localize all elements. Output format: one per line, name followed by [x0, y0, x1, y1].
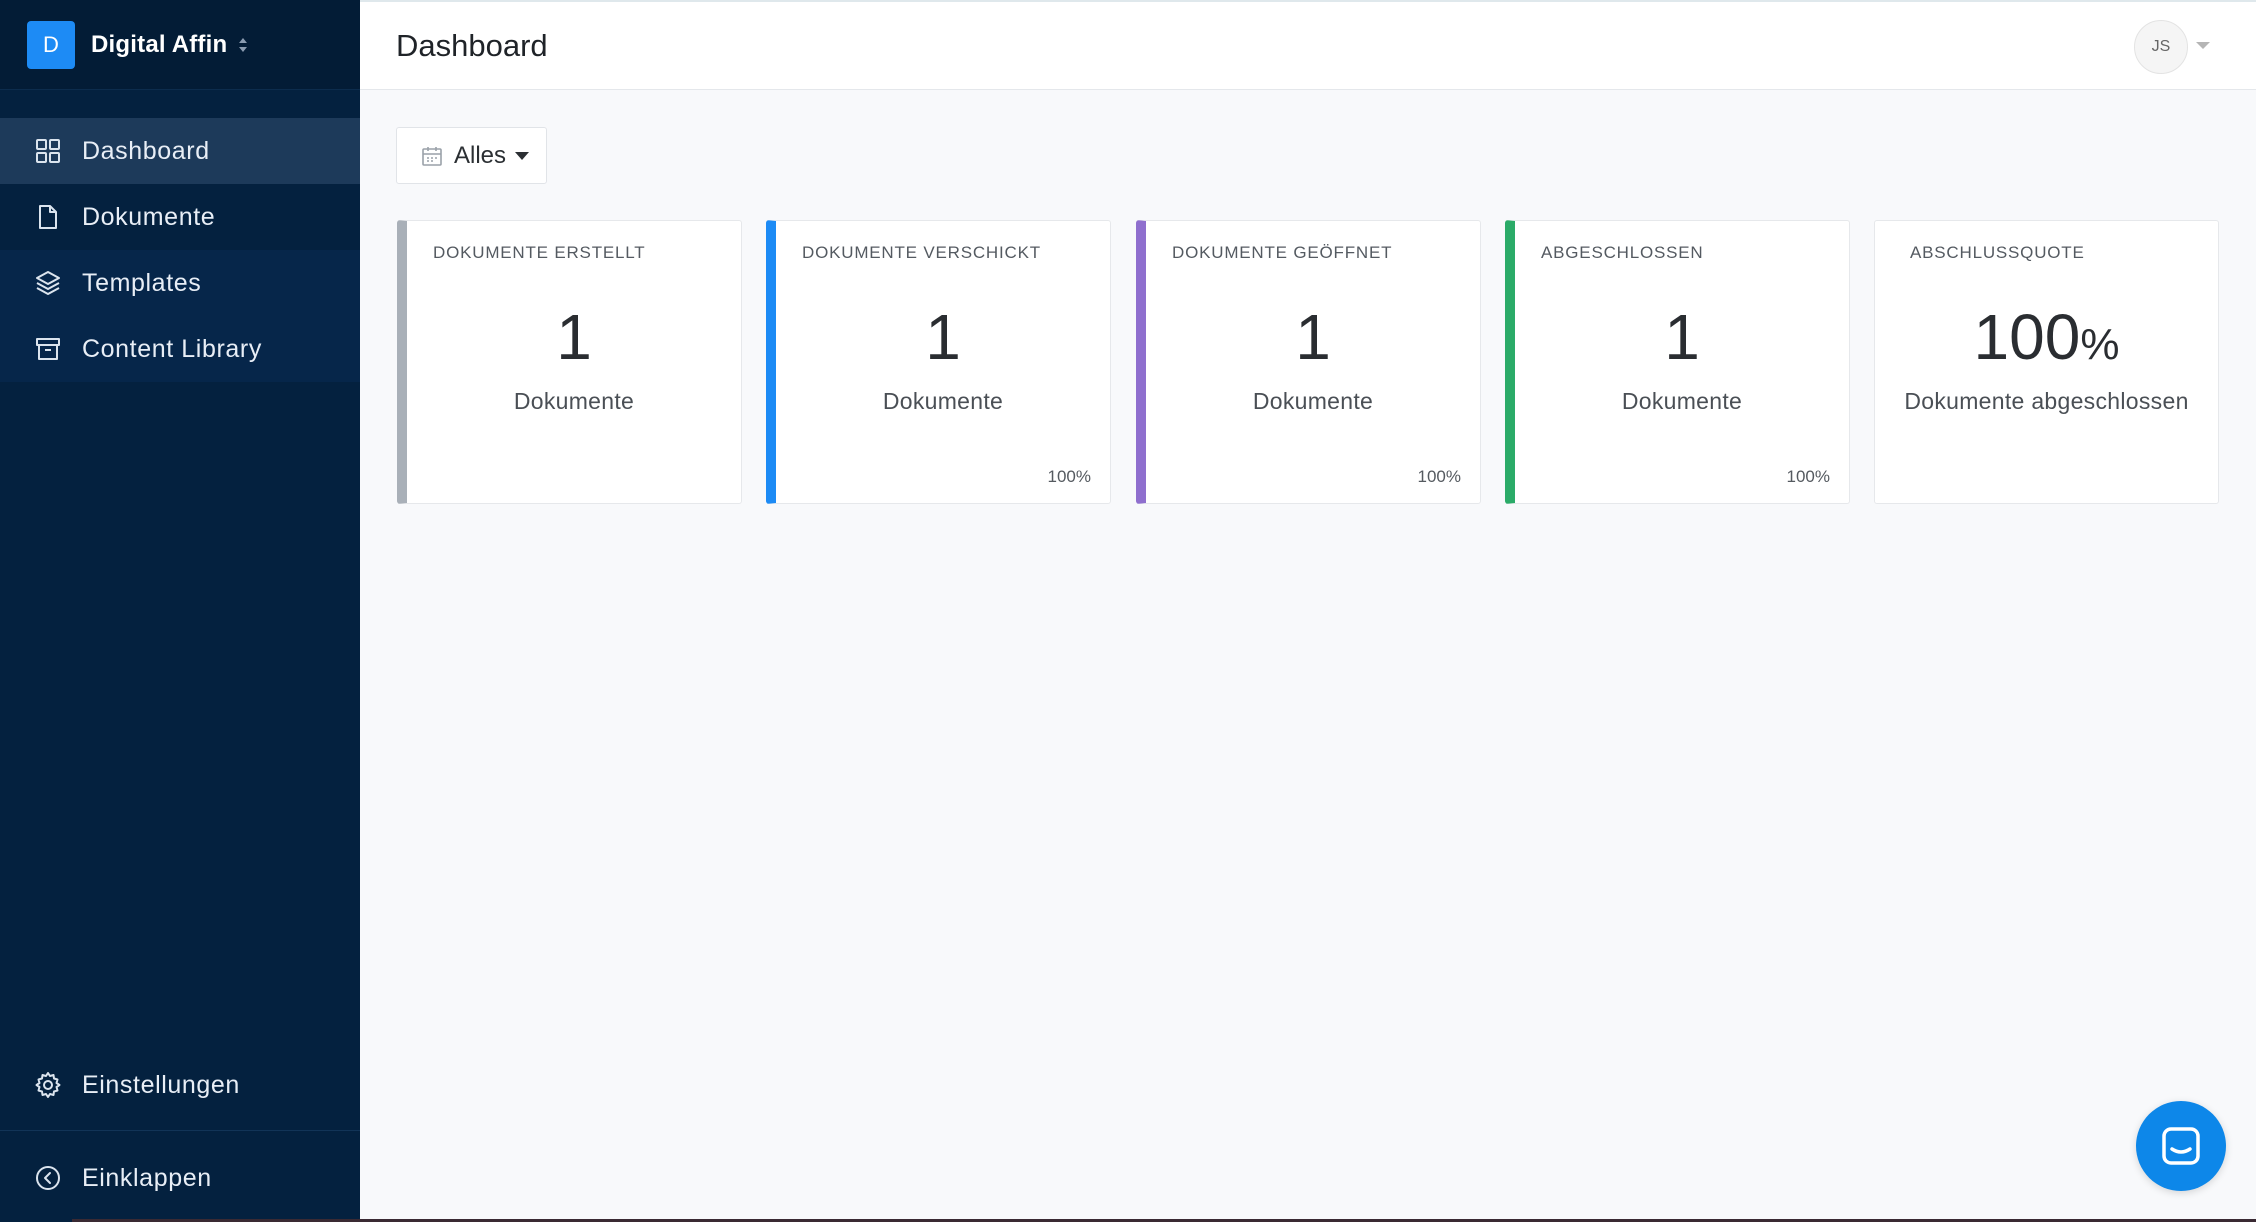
sidebar-nav: Dashboard Dokumente Templates Content Li… — [0, 118, 360, 382]
chevron-left-circle-icon — [36, 1166, 60, 1190]
user-avatar[interactable]: JS — [2134, 20, 2188, 74]
stat-card-label: ABGESCHLOSSEN — [1541, 243, 1704, 262]
stat-card-percent: 100% — [1417, 467, 1461, 486]
stat-card-percent: 100% — [1786, 467, 1830, 486]
date-filter-dropdown[interactable]: Alles — [396, 127, 547, 184]
stat-card-unit: Dokumente — [882, 388, 1004, 414]
archive-icon — [36, 338, 60, 360]
gear-icon — [35, 1072, 61, 1098]
sidebar-item-label: Dashboard — [82, 136, 210, 165]
sidebar: D Digital Affin Dashboard Dokumente Temp… — [0, 0, 360, 1222]
stat-card-percent: 100% — [1047, 467, 1091, 486]
stat-card-unit: Dokumente — [513, 388, 635, 414]
sidebar-item-label: Einklappen — [82, 1163, 212, 1192]
stat-card-value: 1 — [925, 301, 961, 373]
sidebar-item-label: Einstellungen — [82, 1070, 240, 1099]
top-bar: Dashboard JS — [360, 0, 2256, 90]
sidebar-item-templates[interactable]: Templates — [0, 250, 360, 316]
stat-card-value: 1 — [1664, 301, 1700, 373]
page-title: Dashboard — [396, 28, 548, 63]
stat-card-unit: Dokumente — [1252, 388, 1374, 414]
stat-card-value: 100% — [1875, 305, 2218, 369]
stat-card-verschickt: DOKUMENTE VERSCHICKT 1 Dokumente 100% — [766, 220, 1111, 504]
workspace-avatar: D — [27, 20, 75, 69]
stat-card-abschlussquote: ABSCHLUSSQUOTE 100% Dokumente abgeschlos… — [1874, 220, 2219, 504]
stat-card-value: 1 — [556, 301, 592, 373]
stat-card-geoeffnet: DOKUMENTE GEÖFFNET 1 Dokumente 100% — [1136, 220, 1481, 504]
sidebar-item-einstellungen[interactable]: Einstellungen — [0, 1052, 360, 1118]
chevron-down-icon[interactable] — [2196, 42, 2210, 49]
stat-card-label: DOKUMENTE GEÖFFNET — [1172, 243, 1393, 262]
stat-card-unit: Dokumente abgeschlossen — [1904, 388, 2189, 414]
sidebar-divider — [0, 1130, 360, 1131]
workspace-switcher[interactable]: D Digital Affin — [0, 0, 360, 90]
stat-card-erstellt: DOKUMENTE ERSTELLT 1 Dokumente — [397, 220, 742, 504]
file-icon — [39, 205, 57, 229]
stat-card-unit: Dokumente — [1621, 388, 1743, 414]
workspace-name: Digital Affin — [91, 30, 228, 58]
stat-card-abgeschlossen: ABGESCHLOSSEN 1 Dokumente 100% — [1505, 220, 1850, 504]
sidebar-item-dokumente[interactable]: Dokumente — [0, 184, 360, 250]
sort-caret-icon — [239, 37, 248, 52]
stat-card-value-number: 100 — [1973, 301, 2081, 373]
stat-card-label: DOKUMENTE ERSTELLT — [433, 243, 646, 262]
sidebar-item-dashboard[interactable]: Dashboard — [0, 118, 360, 184]
stat-card-value: 1 — [1295, 301, 1331, 373]
sidebar-item-label: Templates — [82, 268, 202, 297]
calendar-icon — [422, 146, 442, 166]
sidebar-item-label: Dokumente — [82, 202, 216, 231]
stat-card-label: DOKUMENTE VERSCHICKT — [802, 243, 1041, 262]
caret-down-icon — [515, 151, 530, 160]
stats-cards: DOKUMENTE ERSTELLT 1 Dokumente DOKUMENTE… — [397, 220, 2221, 505]
date-filter-label: Alles — [454, 141, 507, 169]
sidebar-item-label: Content Library — [82, 334, 262, 363]
grid-icon — [36, 139, 60, 163]
stat-card-label: ABSCHLUSSQUOTE — [1910, 243, 2085, 262]
stat-card-value-suffix: % — [2080, 320, 2120, 369]
layers-icon — [36, 271, 60, 295]
sidebar-collapse-button[interactable]: Einklappen — [0, 1145, 360, 1211]
chat-bubble-icon — [2162, 1127, 2200, 1165]
sidebar-item-content-library[interactable]: Content Library — [0, 316, 360, 382]
chat-launcher-button[interactable] — [2136, 1101, 2226, 1191]
sidebar-bottom: Einstellungen Einklappen — [0, 1052, 360, 1211]
